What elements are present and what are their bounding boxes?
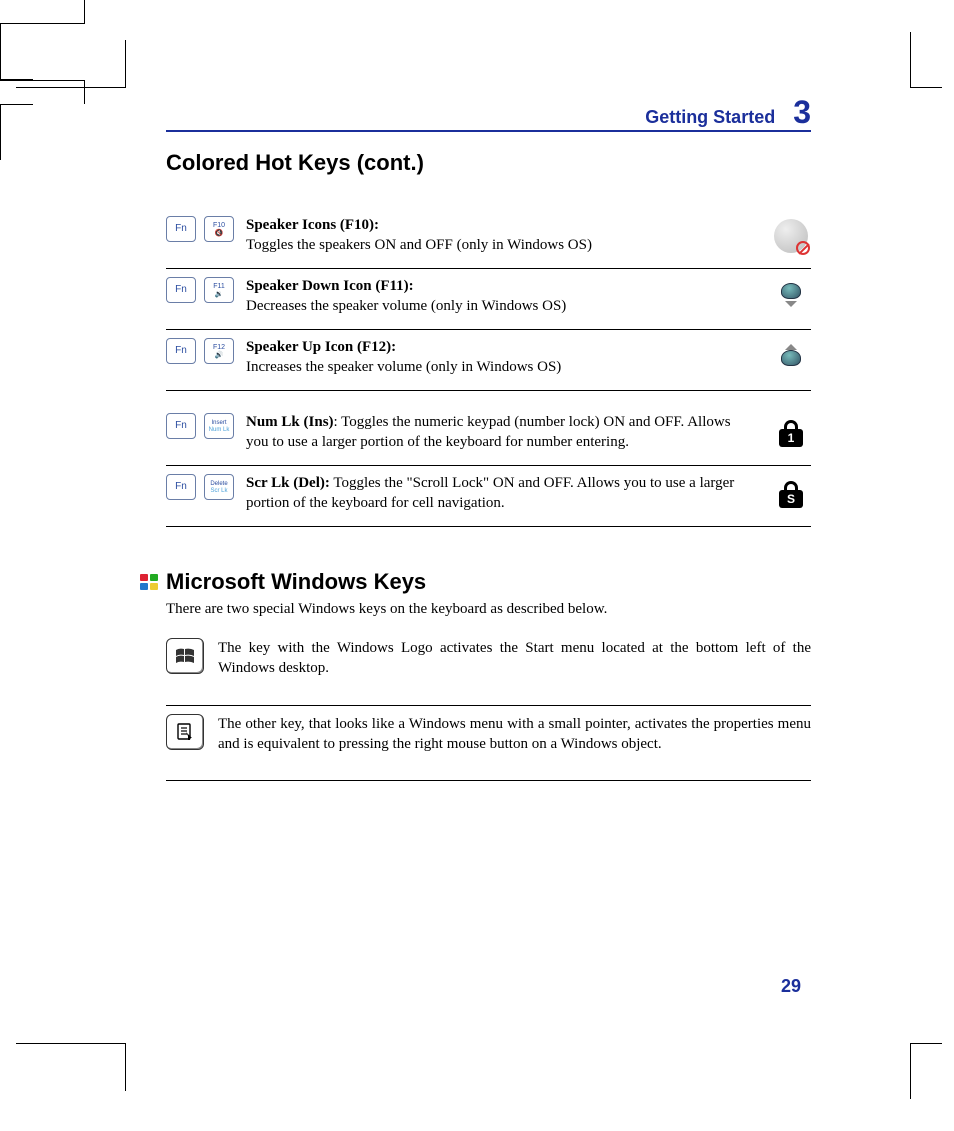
windows-key-desc: The key with the Windows Logo activates … (218, 638, 811, 679)
page-header: Getting Started 3 (166, 96, 811, 132)
crop-mark-bottom-left (16, 1043, 126, 1091)
running-title: Getting Started (645, 107, 775, 128)
fn-key-icon: Fn (166, 338, 196, 364)
speaker-up-icon (771, 338, 811, 378)
windows-flag-icon (140, 574, 158, 590)
scroll-lock-icon: S (771, 474, 811, 514)
f12-key-icon: F12 🔊 (204, 338, 234, 364)
page-number: 29 (781, 976, 801, 997)
windows-key-row: The key with the Windows Logo activates … (166, 630, 811, 706)
hotkey-desc: Speaker Down Icon (F11): Decreases the s… (246, 277, 763, 316)
fn-key-icon: Fn (166, 474, 196, 500)
menu-key-desc: The other key, that looks like a Windows… (218, 714, 811, 755)
delete-key-icon: Delete Scr Lk (204, 474, 234, 500)
insert-key-icon: Insert Num Lk (204, 413, 234, 439)
hotkey-desc: Scr Lk (Del): Toggles the "Scroll Lock" … (246, 474, 763, 513)
hotkey-row-f10: Fn F10 🔇 Speaker Icons (F10): Toggles th… (166, 208, 811, 269)
fn-key-icon: Fn (166, 277, 196, 303)
speaker-mute-icon (771, 216, 811, 256)
windows-logo-key-icon (166, 638, 204, 674)
hotkey-desc: Speaker Icons (F10): Toggles the speaker… (246, 216, 763, 255)
menu-key-icon (166, 714, 204, 750)
subsection-title: Microsoft Windows Keys (166, 569, 426, 595)
crop-mark-bottom-right-inner (0, 104, 33, 160)
fn-key-icon: Fn (166, 413, 196, 439)
crop-mark-bottom-right (910, 1043, 942, 1099)
f11-key-icon: F11 🔉 (204, 277, 234, 303)
hotkey-row-f12: Fn F12 🔊 Speaker Up Icon (F12): Increase… (166, 330, 811, 391)
chapter-number: 3 (793, 96, 811, 128)
hotkey-desc: Num Lk (Ins): Toggles the numeric keypad… (246, 413, 763, 452)
hotkey-row-numlk: Fn Insert Num Lk Num Lk (Ins): Toggles t… (166, 405, 811, 466)
section-title: Colored Hot Keys (cont.) (166, 150, 811, 176)
subsection-header: Microsoft Windows Keys (140, 569, 811, 595)
crop-mark-top-right (910, 32, 942, 88)
hotkey-row-scrlk: Fn Delete Scr Lk Scr Lk (Del): Toggles t… (166, 466, 811, 527)
fn-key-icon: Fn (166, 216, 196, 242)
hotkey-row-f11: Fn F11 🔉 Speaker Down Icon (F11): Decrea… (166, 269, 811, 330)
hotkey-desc: Speaker Up Icon (F12): Increases the spe… (246, 338, 763, 377)
menu-key-row: The other key, that looks like a Windows… (166, 706, 811, 782)
page-content: Getting Started 3 Colored Hot Keys (cont… (166, 96, 811, 781)
num-lock-icon: 1 (771, 413, 811, 453)
crop-mark-top-left (16, 40, 126, 88)
crop-mark-top-left-inner (0, 0, 85, 24)
f10-key-icon: F10 🔇 (204, 216, 234, 242)
speaker-down-icon (771, 277, 811, 317)
subsection-intro: There are two special Windows keys on th… (166, 601, 811, 618)
